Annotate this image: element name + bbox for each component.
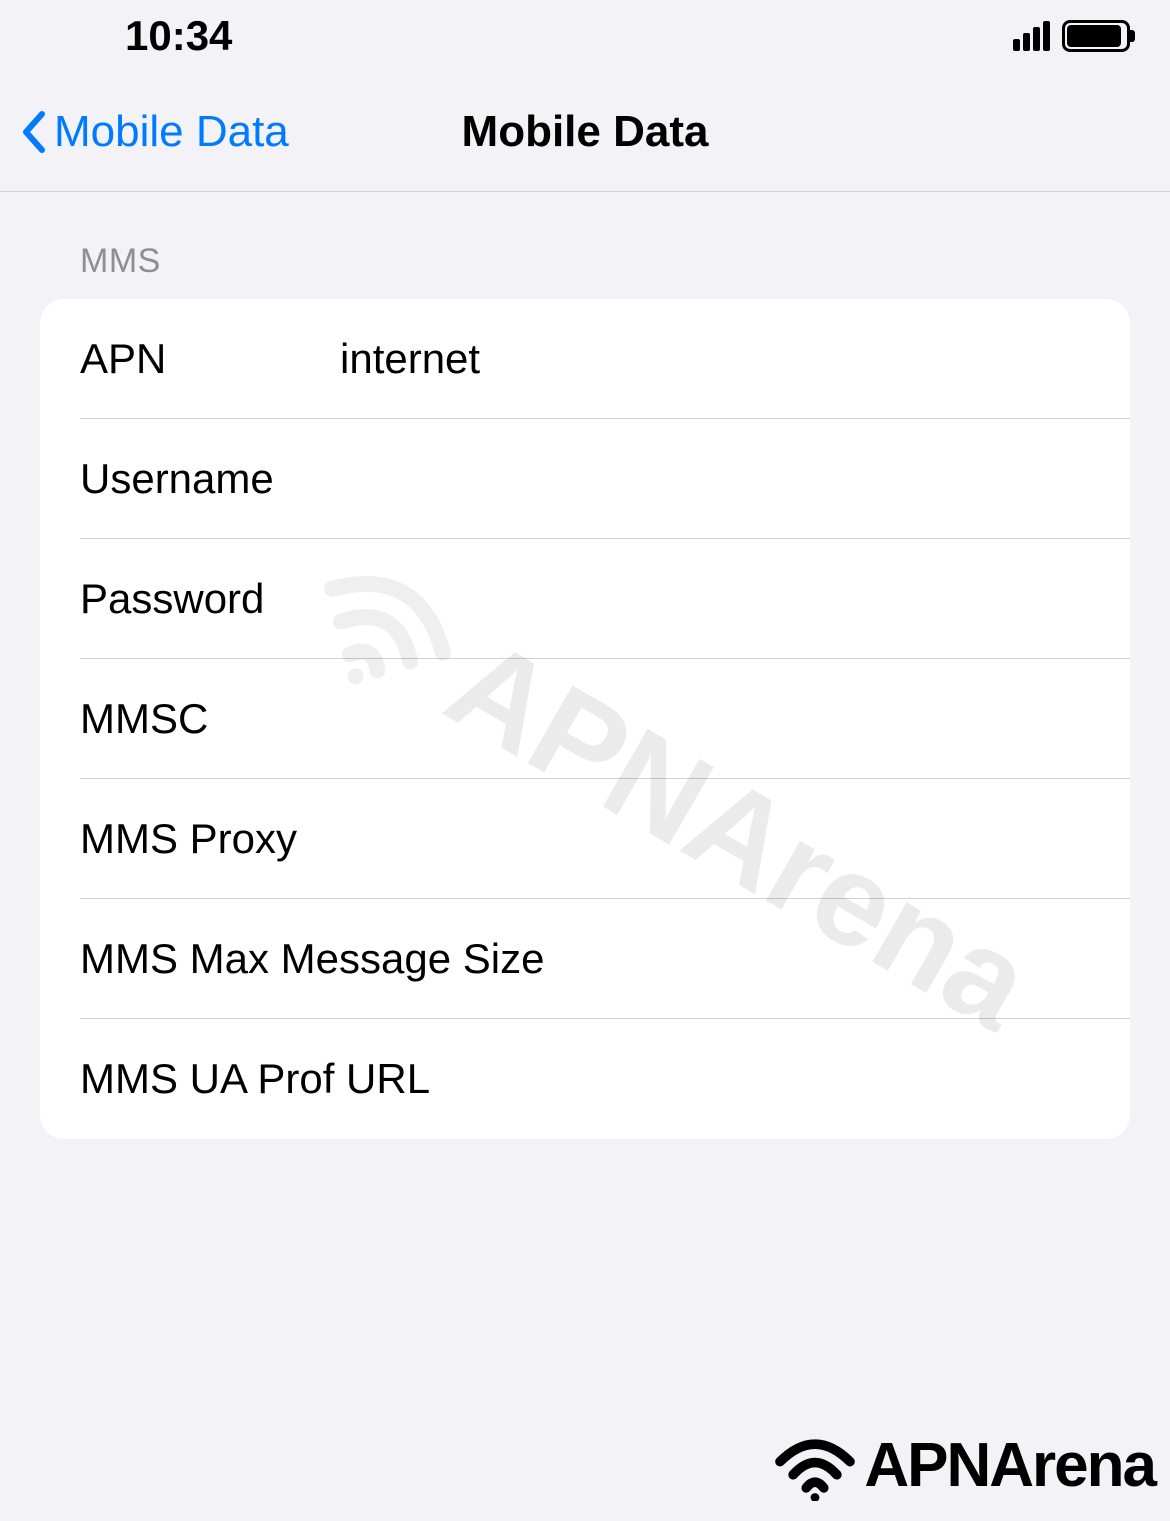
password-label: Password: [80, 575, 340, 623]
mms-ua-prof-row[interactable]: MMS UA Prof URL: [40, 1019, 1130, 1139]
status-indicators: [1013, 20, 1130, 52]
settings-group-mms: APN Username Password MMSC MMS Proxy MMS…: [40, 299, 1130, 1139]
page-title: Mobile Data: [462, 107, 709, 157]
navigation-bar: Mobile Data Mobile Data: [0, 72, 1170, 192]
username-row[interactable]: Username: [40, 419, 1130, 539]
apn-field[interactable]: [340, 335, 1090, 383]
chevron-back-icon: [20, 110, 46, 154]
apn-label: APN: [80, 335, 340, 383]
mms-proxy-row[interactable]: MMS Proxy: [40, 779, 1130, 899]
password-row[interactable]: Password: [40, 539, 1130, 659]
mms-proxy-field[interactable]: [549, 815, 1090, 863]
battery-icon: [1062, 20, 1130, 52]
mmsc-field[interactable]: [340, 695, 1090, 743]
username-field[interactable]: [340, 455, 1090, 503]
mmsc-row[interactable]: MMSC: [40, 659, 1130, 779]
status-bar: 10:34: [0, 0, 1170, 72]
section-header-mms: MMS: [80, 242, 1130, 281]
username-label: Username: [80, 455, 340, 503]
footer-logo: APNArena: [770, 1430, 1155, 1501]
status-time: 10:34: [125, 12, 232, 60]
mms-max-size-label: MMS Max Message Size: [80, 935, 549, 983]
mms-max-size-row[interactable]: MMS Max Message Size: [40, 899, 1130, 1019]
signal-icon: [1013, 21, 1050, 51]
mms-proxy-label: MMS Proxy: [80, 815, 549, 863]
wifi-icon: [770, 1431, 860, 1501]
content-area: MMS APN Username Password MMSC MMS Proxy: [0, 192, 1170, 1139]
back-label: Mobile Data: [54, 107, 289, 157]
password-field[interactable]: [340, 575, 1090, 623]
apn-row[interactable]: APN: [40, 299, 1130, 419]
footer-logo-text: APNArena: [864, 1430, 1155, 1501]
mms-ua-prof-label: MMS UA Prof URL: [80, 1055, 549, 1103]
mms-ua-prof-field[interactable]: [549, 1055, 1090, 1103]
mms-max-size-field[interactable]: [549, 935, 1090, 983]
mmsc-label: MMSC: [80, 695, 340, 743]
back-button[interactable]: Mobile Data: [20, 107, 289, 157]
